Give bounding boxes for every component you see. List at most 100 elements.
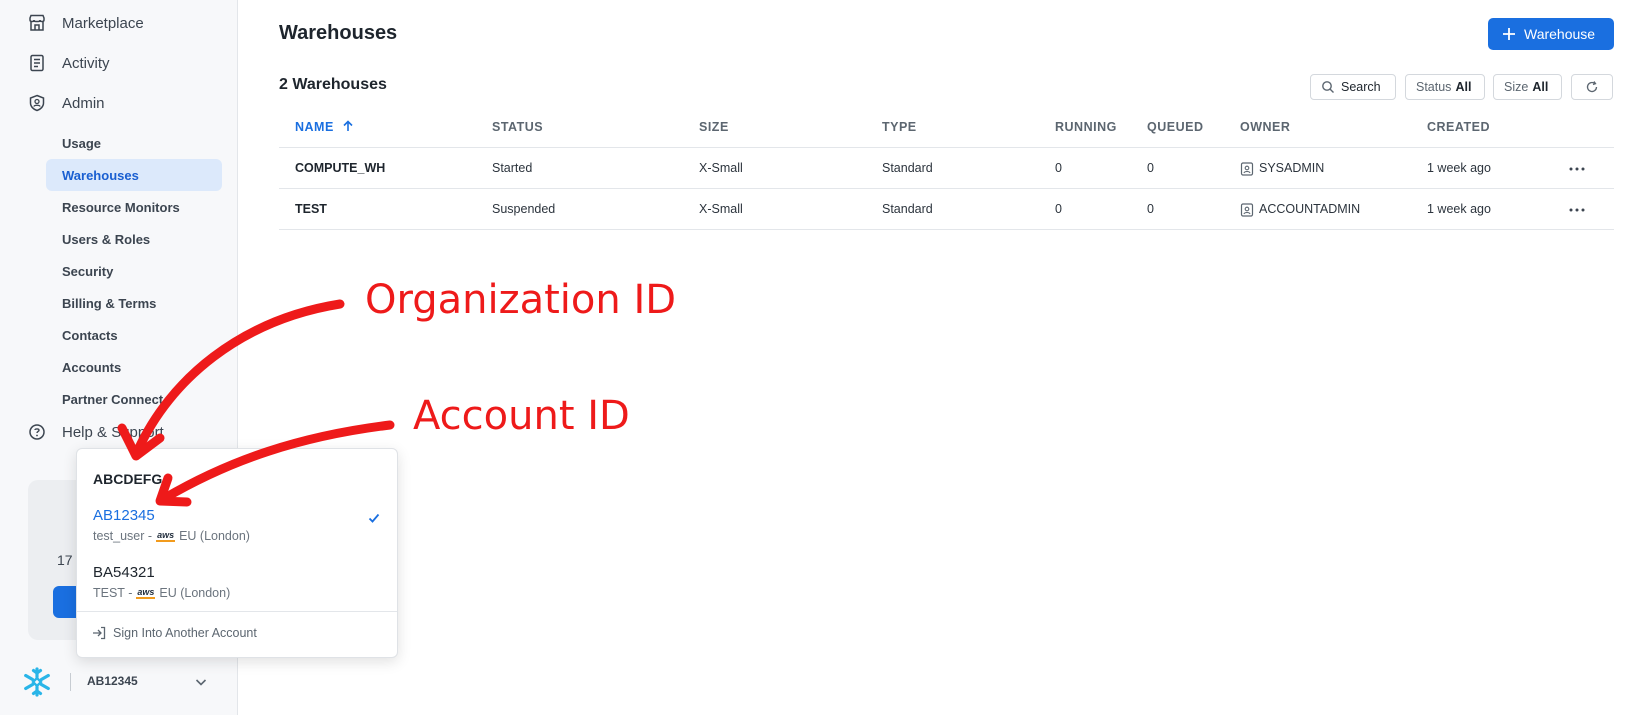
column-header-label: NAME: [295, 120, 334, 134]
search-label: Search: [1341, 80, 1381, 94]
annotation-organization-id: Organization ID: [365, 277, 677, 323]
size-filter-value: All: [1532, 80, 1549, 94]
refresh-button[interactable]: [1571, 74, 1613, 100]
column-header-type[interactable]: TYPE: [882, 120, 917, 134]
sidebar-item-usage[interactable]: Usage: [46, 127, 222, 159]
sidebar-item-help[interactable]: Help & Support: [0, 414, 238, 450]
sidebar-item-label: Activity: [62, 54, 110, 72]
aws-logo-icon: aws: [136, 586, 156, 599]
search-icon: [1322, 81, 1334, 93]
sign-in-label: Sign Into Another Account: [113, 626, 257, 640]
plus-icon: [1503, 28, 1515, 40]
cell-name: TEST: [295, 202, 327, 216]
account-region: EU (London): [159, 586, 231, 600]
help-circle-icon: [29, 424, 45, 440]
menu-divider: [77, 611, 397, 612]
size-filter-label: Size: [1504, 80, 1529, 94]
account-switcher[interactable]: AB12345: [0, 664, 238, 700]
cell-size: X-Small: [699, 161, 743, 175]
cell-type: Standard: [882, 202, 933, 216]
cell-queued: 0: [1147, 202, 1154, 216]
cell-created: 1 week ago: [1427, 161, 1491, 175]
cell-type: Standard: [882, 161, 933, 175]
organization-name: ABCDEFG: [93, 471, 163, 487]
sidebar-item-label: Warehouses: [62, 167, 139, 183]
chevron-down-icon: [195, 679, 207, 686]
refresh-icon: [1586, 81, 1598, 93]
snowflake-logo-icon: [24, 667, 50, 697]
sidebar-item-marketplace[interactable]: Marketplace: [0, 5, 238, 41]
sidebar-item-label: Resource Monitors: [62, 199, 180, 215]
status-filter-label: Status: [1416, 80, 1452, 94]
cell-running: 0: [1055, 161, 1062, 175]
add-warehouse-button[interactable]: Warehouse: [1488, 18, 1614, 50]
account-menu-popup: ABCDEFG AB12345 test_user - aws EU (Lond…: [76, 448, 398, 658]
sign-into-another-account-button[interactable]: Sign Into Another Account: [91, 625, 257, 641]
account-user: test_user -: [93, 529, 153, 543]
status-filter-value: All: [1455, 80, 1472, 94]
sidebar-item-activity[interactable]: Activity: [0, 45, 238, 81]
sidebar-item-label: Help & Support: [62, 423, 164, 441]
account-id: BA54321: [93, 564, 155, 581]
sort-ascending-icon: [343, 120, 353, 131]
sidebar-item-label: Marketplace: [62, 14, 144, 32]
column-header-status[interactable]: STATUS: [492, 120, 543, 134]
role-icon: [1240, 162, 1254, 176]
sidebar-item-contacts[interactable]: Contacts: [46, 319, 222, 351]
aws-logo-icon: aws: [156, 529, 176, 542]
sidebar-item-partner-connect[interactable]: Partner Connect: [46, 383, 222, 415]
status-filter[interactable]: Status All: [1405, 74, 1485, 100]
account-option[interactable]: BA54321 TEST - aws EU (London): [77, 560, 397, 612]
role-icon: [1240, 203, 1254, 217]
sidebar-item-admin[interactable]: Admin: [0, 85, 238, 121]
account-user: TEST -: [93, 586, 133, 600]
sidebar-item-label: Admin: [62, 94, 105, 112]
page-title: Warehouses: [279, 22, 398, 44]
cell-size: X-Small: [699, 202, 743, 216]
promo-text: 17: [57, 552, 73, 568]
sidebar-item-label: Billing & Terms: [62, 295, 157, 311]
account-option-selected[interactable]: AB12345 test_user - aws EU (London): [77, 503, 397, 555]
cell-status: Suspended: [492, 202, 556, 216]
divider: [70, 673, 71, 691]
sidebar-item-resource-monitors[interactable]: Resource Monitors: [46, 191, 222, 223]
column-header-size[interactable]: SIZE: [699, 120, 729, 134]
sidebar-item-billing-terms[interactable]: Billing & Terms: [46, 287, 222, 319]
sidebar-item-label: Accounts: [62, 359, 122, 375]
account-id: AB12345: [93, 507, 155, 524]
sidebar-item-label: Security: [62, 263, 114, 279]
document-list-icon: [30, 54, 44, 72]
table-divider: [279, 188, 1614, 189]
annotation-account-id: Account ID: [413, 393, 630, 439]
column-header-owner[interactable]: OWNER: [1240, 120, 1290, 134]
current-account-label: AB12345: [87, 674, 138, 688]
sidebar-item-label: Partner Connect: [62, 391, 164, 407]
warehouse-count: 2 Warehouses: [279, 76, 387, 93]
cell-name: COMPUTE_WH: [295, 161, 386, 175]
cell-owner: SYSADMIN: [1259, 161, 1325, 175]
table-divider: [279, 229, 1614, 230]
sidebar-item-label: Contacts: [62, 327, 118, 343]
cell-running: 0: [1055, 202, 1062, 216]
storefront-icon: [29, 14, 45, 31]
column-header-created[interactable]: CREATED: [1427, 120, 1490, 134]
sidebar-item-users-roles[interactable]: Users & Roles: [46, 223, 222, 255]
sidebar-item-security[interactable]: Security: [46, 255, 222, 287]
cell-owner: ACCOUNTADMIN: [1259, 202, 1361, 216]
more-options-icon[interactable]: [1568, 166, 1586, 172]
sidebar-item-label: Users & Roles: [62, 231, 151, 247]
size-filter[interactable]: Size All: [1493, 74, 1562, 100]
sidebar-item-accounts[interactable]: Accounts: [46, 351, 222, 383]
column-header-queued[interactable]: QUEUED: [1147, 120, 1203, 134]
cell-created: 1 week ago: [1427, 202, 1491, 216]
cell-status: Started: [492, 161, 533, 175]
sidebar-item-warehouses[interactable]: Warehouses: [46, 159, 222, 191]
cell-queued: 0: [1147, 161, 1154, 175]
search-button[interactable]: Search: [1310, 74, 1396, 100]
table-divider: [279, 147, 1614, 148]
more-options-icon[interactable]: [1568, 207, 1586, 213]
sign-in-icon: [93, 626, 106, 640]
column-header-running[interactable]: RUNNING: [1055, 120, 1117, 134]
account-meta: TEST - aws EU (London): [93, 586, 230, 600]
column-header-name[interactable]: NAME: [295, 120, 354, 134]
